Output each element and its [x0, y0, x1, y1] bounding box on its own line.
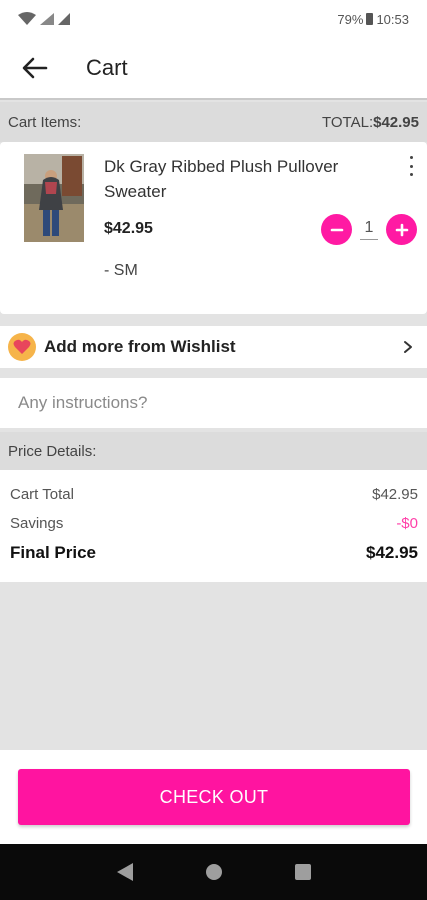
back-button[interactable] — [0, 37, 70, 99]
instructions-field — [0, 378, 427, 428]
page-title: Cart — [86, 55, 128, 80]
product-size: - SM — [104, 262, 138, 279]
nav-back-icon — [116, 863, 133, 881]
decrease-quantity-button[interactable] — [321, 214, 352, 245]
battery-percent: 79% — [337, 11, 364, 27]
cart-total-row: Cart Total $42.95 — [10, 486, 418, 503]
checkout-bar: CHECK OUT — [0, 750, 427, 844]
system-nav-bar — [0, 844, 427, 900]
savings-value: -$0 — [396, 515, 418, 532]
cart-total-row-label: Cart Total — [10, 486, 74, 503]
product-price: $42.95 — [104, 220, 153, 237]
back-arrow-icon — [22, 57, 48, 79]
savings-label: Savings — [10, 515, 64, 532]
increase-quantity-button[interactable] — [386, 214, 417, 245]
heart-icon — [13, 339, 31, 354]
price-details-title: Price Details: — [8, 442, 97, 460]
checkout-button[interactable]: CHECK OUT — [18, 769, 410, 825]
cart-total-value: $42.95 — [373, 113, 419, 131]
plus-icon — [395, 223, 408, 236]
wishlist-label: Add more from Wishlist — [44, 337, 236, 356]
product-name[interactable]: Dk Gray Ribbed Plush Pullover Sweater — [104, 154, 374, 204]
price-details-card: Cart Total $42.95 Savings -$0 Final Pric… — [0, 470, 427, 582]
status-right: 79% 10:53 — [337, 12, 409, 27]
wifi-icon — [18, 12, 36, 25]
nav-home-button[interactable] — [199, 857, 229, 887]
final-price-value: $42.95 — [366, 543, 418, 562]
nav-home-icon — [205, 864, 222, 880]
clock: 10:53 — [376, 11, 409, 27]
savings-row: Savings -$0 — [10, 515, 418, 532]
instructions-input[interactable] — [18, 393, 409, 413]
cart-total-label: TOTAL: — [321, 113, 374, 131]
cart-total-row-value: $42.95 — [372, 486, 418, 503]
price-details-header: Price Details: — [0, 432, 427, 470]
app-bar: Cart — [0, 38, 427, 100]
cart-items-label: Cart Items: — [8, 113, 82, 131]
battery-icon — [366, 13, 374, 25]
more-vert-icon[interactable] — [407, 156, 415, 176]
status-bar: 79% 10:53 — [0, 0, 427, 38]
product-photo — [24, 154, 84, 242]
chevron-right-icon — [404, 341, 412, 353]
cart-items-header: Cart Items: TOTAL:$42.95 — [0, 102, 427, 142]
minus-icon — [330, 228, 343, 231]
signal-icon — [58, 13, 70, 25]
nav-recents-icon — [294, 864, 311, 880]
add-from-wishlist-button[interactable]: Add more from Wishlist — [0, 326, 427, 368]
cart-item: Dk Gray Ribbed Plush Pullover Sweater $4… — [0, 142, 427, 314]
product-image[interactable] — [24, 154, 84, 242]
nav-back-button[interactable] — [110, 857, 140, 887]
quantity-stepper: 1 — [321, 214, 417, 245]
cart-total: TOTAL:$42.95 — [322, 114, 419, 131]
nav-recents-button[interactable] — [288, 857, 318, 887]
quantity-value[interactable]: 1 — [360, 219, 378, 240]
signal-icon — [40, 13, 54, 25]
heart-badge — [8, 333, 36, 361]
status-icons — [18, 12, 70, 26]
final-price-row: Final Price $42.95 — [10, 543, 418, 563]
final-price-label: Final Price — [10, 543, 96, 562]
